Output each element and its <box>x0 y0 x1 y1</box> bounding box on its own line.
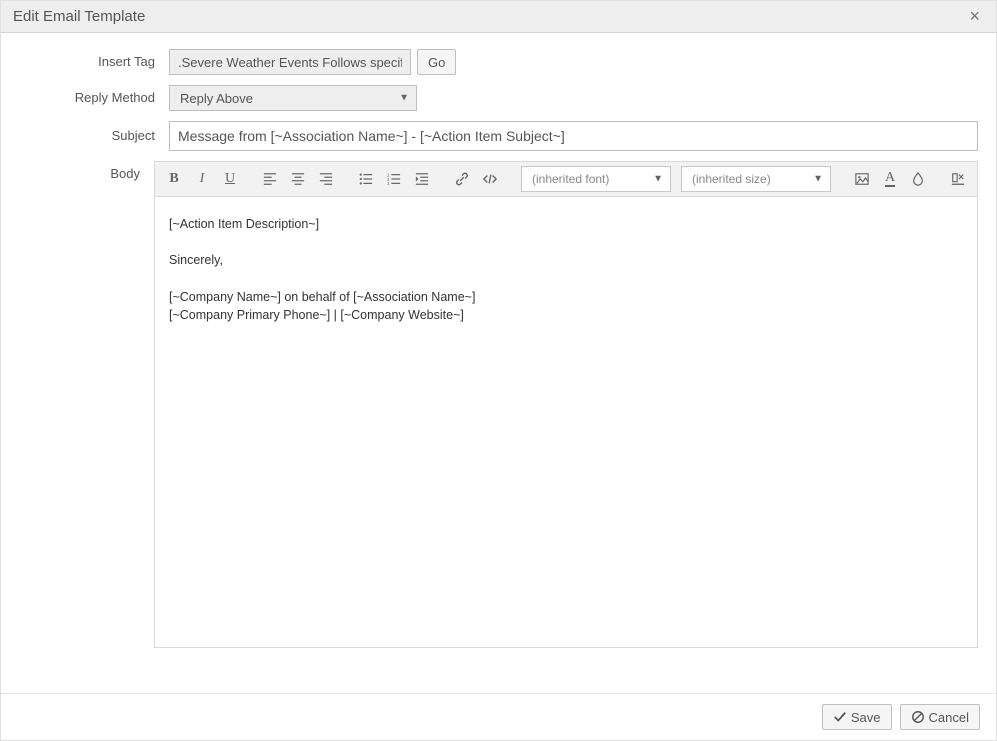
editor-toolbar: B I U <box>155 162 977 197</box>
row-reply-method: Reply Method Reply Above ▼ <box>19 85 978 111</box>
code-icon <box>483 172 497 186</box>
italic-icon: I <box>200 171 205 187</box>
code-button[interactable] <box>477 166 503 192</box>
image-icon <box>855 172 869 186</box>
dialog-titlebar: Edit Email Template × <box>1 1 996 33</box>
droplet-icon <box>911 172 925 186</box>
indent-button[interactable] <box>409 166 435 192</box>
bold-icon: B <box>169 171 178 187</box>
save-button-label: Save <box>851 710 881 725</box>
row-insert-tag: Insert Tag Go <box>19 49 978 75</box>
insert-tag-go-button[interactable]: Go <box>417 49 456 75</box>
ordered-list-button[interactable]: 123 <box>381 166 407 192</box>
label-insert-tag: Insert Tag <box>19 49 169 75</box>
link-icon <box>455 172 469 186</box>
label-subject: Subject <box>19 123 169 149</box>
align-left-button[interactable] <box>257 166 283 192</box>
rich-text-editor: B I U <box>154 161 978 648</box>
underline-icon: U <box>225 171 235 187</box>
align-right-icon <box>319 172 333 186</box>
clear-format-icon <box>951 172 965 186</box>
align-center-icon <box>291 172 305 186</box>
editor-body[interactable]: [~Action Item Description~] Sincerely, [… <box>155 197 977 647</box>
unordered-list-button[interactable] <box>353 166 379 192</box>
align-right-button[interactable] <box>313 166 339 192</box>
bold-button[interactable]: B <box>161 166 187 192</box>
row-subject: Subject <box>19 121 978 151</box>
cancel-button-label: Cancel <box>929 710 969 725</box>
background-color-button[interactable] <box>905 166 931 192</box>
edit-email-template-dialog: Edit Email Template × Insert Tag Go Repl… <box>0 0 997 741</box>
dialog-footer: Save Cancel <box>1 693 996 740</box>
link-button[interactable] <box>449 166 475 192</box>
underline-button[interactable]: U <box>217 166 243 192</box>
close-button[interactable]: × <box>965 6 984 27</box>
font-color-button[interactable]: A <box>877 166 903 192</box>
subject-input[interactable] <box>169 121 978 151</box>
ban-icon <box>911 710 925 724</box>
close-icon: × <box>969 6 980 26</box>
indent-icon <box>415 172 429 186</box>
align-center-button[interactable] <box>285 166 311 192</box>
font-size-select[interactable]: (inherited size) <box>681 166 831 192</box>
reply-method-select[interactable]: Reply Above <box>169 85 417 111</box>
align-left-icon <box>263 172 277 186</box>
dialog-content: Insert Tag Go Reply Method Reply Above ▼… <box>1 33 996 740</box>
unordered-list-icon <box>359 172 373 186</box>
font-color-icon: A <box>885 171 895 187</box>
image-button[interactable] <box>849 166 875 192</box>
clear-formatting-button[interactable] <box>945 166 971 192</box>
ordered-list-icon: 123 <box>387 172 401 186</box>
svg-text:3: 3 <box>387 181 390 186</box>
label-body: Body <box>19 161 154 187</box>
dialog-title: Edit Email Template <box>13 1 145 33</box>
cancel-button[interactable]: Cancel <box>900 704 980 730</box>
insert-tag-input[interactable] <box>169 49 411 75</box>
label-reply-method: Reply Method <box>19 85 169 111</box>
italic-button[interactable]: I <box>189 166 215 192</box>
row-body: Body B I U <box>19 161 978 648</box>
font-family-select[interactable]: (inherited font) <box>521 166 671 192</box>
check-icon <box>833 710 847 724</box>
save-button[interactable]: Save <box>822 704 892 730</box>
